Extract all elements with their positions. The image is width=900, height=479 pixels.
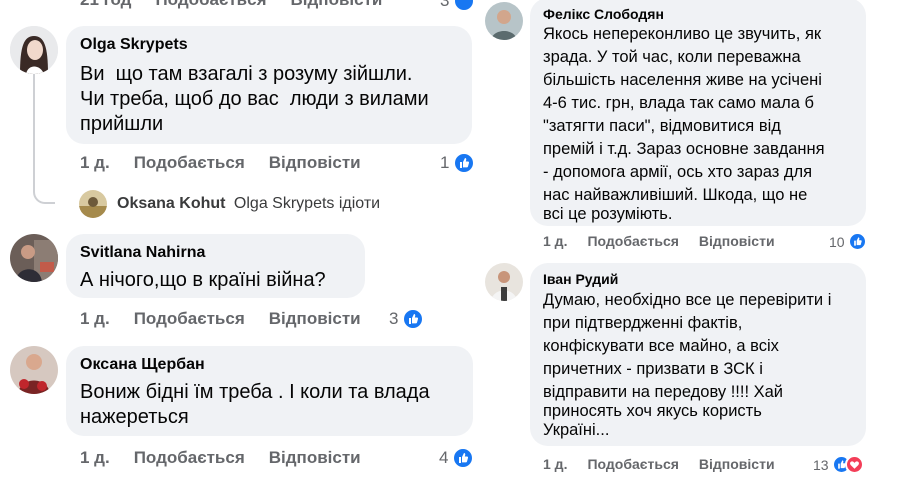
reply-link[interactable]: Відповісти <box>291 0 383 10</box>
user-photo-icon <box>10 26 58 74</box>
comment-text-line: премій і т.д. Зараз основне завдання <box>543 140 825 158</box>
comment-text-line: більшість населення живе на усічені <box>543 71 822 89</box>
user-photo-icon <box>485 2 523 40</box>
reaction-count: 1 <box>440 153 450 172</box>
reaction-count: 3 <box>440 0 450 10</box>
comment-time: 1 д. <box>543 456 568 472</box>
like-link[interactable]: Подобається <box>155 0 266 10</box>
comment-bubble: Іван Рудий Думаю, необхідно все це перев… <box>530 263 866 446</box>
like-reaction-icon <box>452 447 475 469</box>
like-link[interactable]: Подобається <box>134 448 245 468</box>
comment-text-line: конфіскувати все майно, а всіх <box>543 337 779 355</box>
comment-text-line: нас найважливіший. Шкода, що не <box>543 186 808 204</box>
comment-author[interactable]: Фелікс Слободян <box>543 6 664 22</box>
comment-text-line: при підтвердженні фактів, <box>543 314 743 332</box>
comment-text-line: Думаю, необхідно все це перевірити і <box>543 291 832 309</box>
reply-link[interactable]: Відповісти <box>269 448 361 468</box>
comment-text-line: Україні... <box>543 421 610 439</box>
comment-text-line: приносять хоч якусь користь <box>543 402 762 420</box>
comment-time: 1 д. <box>80 448 110 467</box>
reaction-count-partial[interactable]: 3 <box>440 0 476 12</box>
reaction-count: 3 <box>389 309 399 328</box>
comment-time: 21 год <box>80 0 131 10</box>
avatar[interactable] <box>485 263 523 301</box>
like-link[interactable]: Подобається <box>587 233 678 249</box>
comment-text-line: нажереться <box>80 406 189 428</box>
comment-text-line: Якось непереконливо це звучить, як <box>543 25 822 43</box>
reply-link[interactable]: Відповісти <box>269 153 361 173</box>
comment-author[interactable]: Оксана Щербан <box>80 356 205 374</box>
thread-line <box>33 74 55 204</box>
comment-text-line: відправити на передову !!!! Хай <box>543 383 784 401</box>
reaction-summary[interactable]: 1 <box>440 152 476 174</box>
like-link[interactable]: Подобається <box>587 456 678 472</box>
comment-time: 1 д. <box>80 309 110 328</box>
like-link[interactable]: Подобається <box>134 309 245 329</box>
comment-author[interactable]: Svitlana Nahirna <box>80 244 205 262</box>
comment-text-line: А нічого,що в країні війна? <box>80 269 326 291</box>
reaction-count: 13 <box>813 456 829 473</box>
reply-author[interactable]: Oksana Kohut <box>117 195 225 212</box>
reaction-summary[interactable]: 3 <box>389 308 425 330</box>
reaction-summary[interactable]: 10 <box>829 232 867 251</box>
comment-text-line: 4-6 тис. грн, влада так само мала б <box>543 94 814 112</box>
comment-actions: 1 д. Подобається Відповісти <box>543 233 799 249</box>
avatar[interactable] <box>10 26 58 74</box>
avatar[interactable] <box>10 346 58 394</box>
reply-mention[interactable]: Olga Skrypets <box>234 195 334 212</box>
user-photo-icon <box>10 346 58 394</box>
avatar[interactable] <box>485 2 523 40</box>
avatar[interactable] <box>79 190 107 218</box>
comment-actions: 1 д. Подобається Відповісти <box>80 448 385 468</box>
comment-bubble: Фелікс Слободян Якось непереконливо це з… <box>530 0 866 226</box>
comment-text-line: "затягти паси", відмовитися від <box>543 117 781 135</box>
comment-author[interactable]: Olga Skrypets <box>80 36 188 54</box>
reaction-summary[interactable]: 13 <box>813 455 864 474</box>
like-reaction-icon <box>453 152 476 174</box>
comment-text-line: Вониж бідні їм треба . І коли та влада <box>80 381 430 403</box>
comment-actions: 1 д. Подобається Відповісти <box>80 153 385 173</box>
comment-text-line: всі це розуміють. <box>543 205 673 223</box>
comment-text-line: прийшли <box>80 113 164 135</box>
love-reaction-icon <box>844 455 864 474</box>
comment-text-line: зрада. У той час, коли переважна <box>543 48 801 66</box>
comment-bubble: Оксана Щербан Вониж бідні їм треба . І к… <box>66 346 473 436</box>
reply-text: ідіоти <box>338 195 381 212</box>
user-photo-icon <box>485 263 523 301</box>
reply-link[interactable]: Відповісти <box>269 309 361 329</box>
comment-bubble: Olga Skrypets Ви що там взагалі з розуму… <box>66 26 472 144</box>
comment-actions: 1 д. Подобається Відповісти <box>80 309 385 329</box>
comment-text-line: Ви що там взагалі з розуму зійшли. <box>80 63 413 85</box>
comment-text-line: - допомога армії, ось хто зараз для <box>543 163 813 181</box>
comment-actions: 1 д. Подобається Відповісти <box>543 456 799 472</box>
like-reaction-icon <box>847 232 867 251</box>
comment-author[interactable]: Іван Рудий <box>543 271 618 287</box>
like-link[interactable]: Подобається <box>134 153 245 173</box>
reply-preview[interactable]: Oksana Kohut Olga Skrypets ідіоти <box>117 195 380 213</box>
user-photo-icon <box>10 234 58 282</box>
reaction-count: 10 <box>829 233 845 250</box>
reply-link[interactable]: Відповісти <box>699 456 775 472</box>
comment-actions-partial: 21 год Подобається Відповісти <box>80 0 406 10</box>
like-reaction-icon <box>453 0 476 12</box>
comment-text-line: Чи треба, щоб до вас люди з вилами <box>80 88 429 110</box>
reply-link[interactable]: Відповісти <box>699 233 775 249</box>
like-reaction-icon <box>402 308 425 330</box>
user-photo-icon <box>79 190 107 218</box>
comment-time: 1 д. <box>543 233 568 249</box>
comment-time: 1 д. <box>80 153 110 172</box>
reaction-summary[interactable]: 4 <box>439 447 475 469</box>
comment-bubble: Svitlana Nahirna А нічого,що в країні ві… <box>66 234 365 298</box>
avatar[interactable] <box>10 234 58 282</box>
comment-text-line: причетних - призвати в ЗСК і <box>543 360 763 378</box>
reaction-count: 4 <box>439 448 449 467</box>
